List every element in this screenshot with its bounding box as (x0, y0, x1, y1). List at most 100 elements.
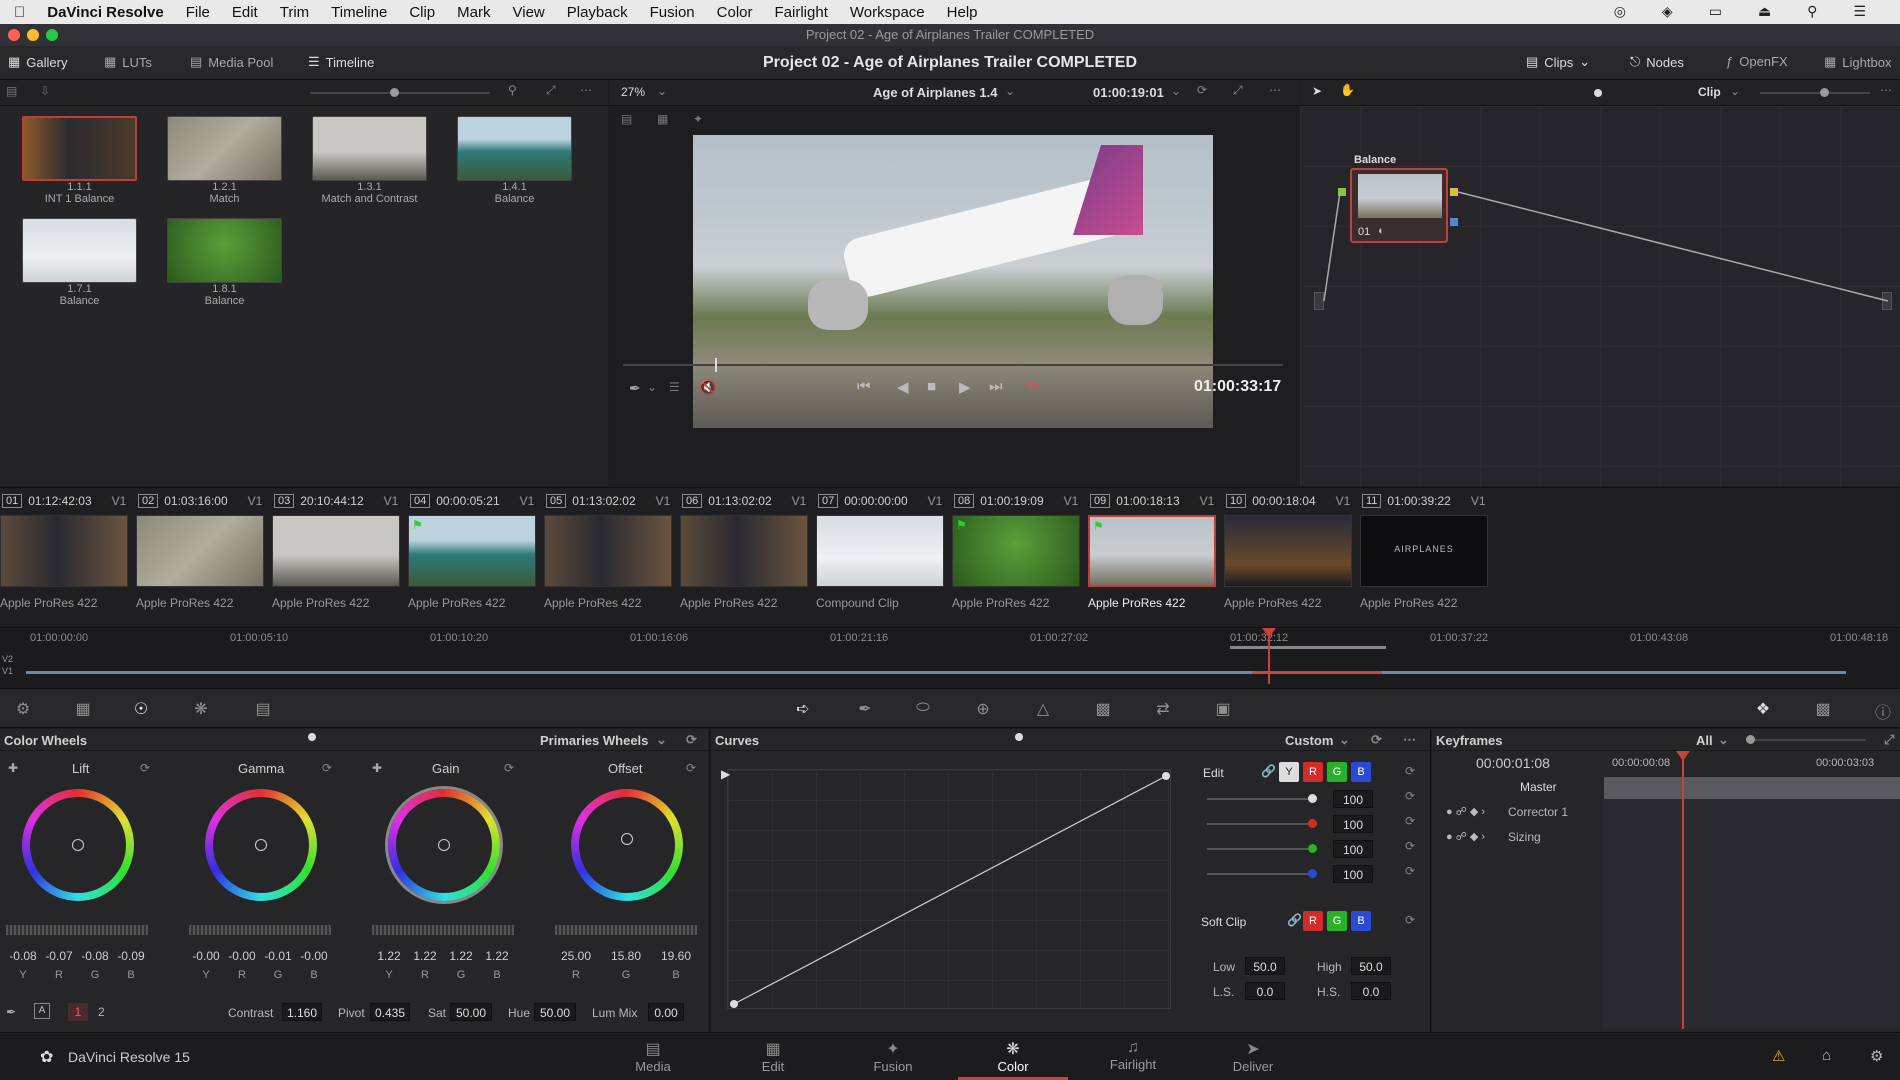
chevron-down-icon[interactable]: ⌄ (1171, 84, 1181, 98)
reset-icon[interactable]: ⟳ (1405, 764, 1415, 778)
gamma-b-value[interactable]: -0.00 (297, 949, 331, 963)
clip-thumbnail-07[interactable] (816, 515, 944, 587)
clips-button[interactable]: ▤ Clips ⌄ (1526, 54, 1590, 70)
apple-menu[interactable]:  (14, 4, 25, 21)
crosshair-icon[interactable]: ✚ (372, 761, 382, 775)
timeline-playhead[interactable] (1268, 632, 1270, 684)
minimize-window-button[interactable] (27, 29, 39, 41)
still-1-3-1[interactable]: 1.3.1 Match and Contrast (312, 116, 427, 205)
r-channel-toggle[interactable]: R (1303, 762, 1323, 782)
color-wheels-icon[interactable]: ☉ (130, 699, 152, 719)
lum-mix-value[interactable]: 0.00 (648, 1003, 684, 1021)
rgb-mixer-icon[interactable]: ❋ (190, 699, 212, 719)
still-1-8-1[interactable]: 1.8.1 Balance (167, 218, 282, 307)
timeline-button[interactable]: ☰ Timeline (308, 54, 374, 70)
gamma-r-value[interactable]: -0.00 (225, 949, 259, 963)
still-1-2-1[interactable]: 1.2.1 Match (167, 116, 282, 205)
settings-gear-icon[interactable]: ⚙ (1870, 1047, 1883, 1065)
reset-icon[interactable]: ⟳ (1371, 732, 1382, 748)
scopes-icon[interactable]: ▩ (1812, 699, 1834, 719)
stop-icon[interactable]: ■ (927, 378, 936, 395)
still-1-1-1[interactable]: 1.1.1 INT 1 Balance (22, 116, 137, 205)
selected-clip-bar[interactable] (1252, 671, 1382, 674)
g-intensity-value[interactable]: 100 (1333, 840, 1373, 858)
offset-b-value[interactable]: 19.60 (656, 949, 696, 963)
qualifier-icon[interactable]: ✒ (854, 699, 876, 719)
page-media[interactable]: ▤ Media (618, 1039, 688, 1074)
gain-y-value[interactable]: 1.22 (372, 949, 406, 963)
menu-playback[interactable]: Playback (567, 4, 628, 21)
chevron-down-icon[interactable]: ⌄ (647, 380, 657, 394)
timeline-name[interactable]: Age of Airplanes 1.4 (873, 85, 998, 100)
clip-thumbnail-08[interactable]: ⚑ (952, 515, 1080, 587)
menu-view[interactable]: View (513, 4, 545, 21)
gamma-g-value[interactable]: -0.01 (261, 949, 295, 963)
gain-wheel-handle[interactable] (438, 839, 450, 851)
g-channel-toggle[interactable]: G (1327, 762, 1347, 782)
clip-thumbnail-05[interactable] (544, 515, 672, 587)
b-intensity-slider[interactable] (1207, 869, 1317, 878)
lift-b-value[interactable]: -0.09 (114, 949, 148, 963)
clip-thumbnail-10[interactable] (1224, 515, 1352, 587)
lightbox-button[interactable]: ▦ Lightbox (1824, 54, 1891, 70)
play-reverse-icon[interactable]: ◀ (897, 378, 909, 396)
reset-icon[interactable]: ⟳ (1405, 839, 1415, 853)
curve-graph[interactable] (727, 769, 1171, 1009)
reset-icon[interactable]: ⟳ (504, 761, 514, 775)
hand-icon[interactable]: ✋ (1340, 83, 1355, 97)
b-intensity-value[interactable]: 100 (1333, 865, 1373, 883)
key-icon[interactable]: ▩ (1092, 699, 1114, 719)
soft-clip-b-toggle[interactable]: B (1351, 911, 1371, 931)
link-icon[interactable]: 🔗 (1287, 913, 1302, 927)
gamma-master-slider[interactable] (189, 925, 331, 935)
page-color[interactable]: ❋ Color (978, 1039, 1048, 1074)
auto-balance-icon[interactable]: ✒ (6, 1005, 16, 1019)
node-mode[interactable]: Clip (1698, 85, 1721, 99)
lift-wheel-handle[interactable] (72, 839, 84, 851)
zoom-level[interactable]: 27% (621, 85, 645, 99)
menu-fusion[interactable]: Fusion (650, 4, 695, 21)
go-to-start-icon[interactable]: ⏮ (857, 378, 871, 395)
menu-app[interactable]: DaVinci Resolve (47, 4, 163, 21)
more-options-icon[interactable]: ⋯ (580, 83, 592, 97)
gallery-button[interactable]: ▦ Gallery (8, 54, 67, 70)
go-to-end-icon[interactable]: ⏭ (989, 378, 1003, 395)
more-options-icon[interactable]: ⋯ (1403, 732, 1416, 748)
gamma-wheel-handle[interactable] (255, 839, 267, 851)
menu-fairlight[interactable]: Fairlight (775, 4, 828, 21)
curve-anchor-icon[interactable]: ▶ (721, 767, 730, 781)
tracker-icon[interactable]: ⊕ (972, 699, 994, 719)
sizing-row[interactable]: Sizing (1508, 830, 1541, 844)
playhead[interactable] (715, 358, 717, 372)
node-zoom-slider[interactable] (1760, 88, 1870, 97)
window-icon[interactable]: ⬭ (912, 699, 934, 719)
camera-raw-icon[interactable]: ⚙ (12, 699, 34, 719)
video-frame[interactable] (693, 135, 1213, 428)
lift-y-value[interactable]: -0.08 (6, 949, 40, 963)
chevron-down-icon[interactable]: ⌄ (1730, 84, 1740, 98)
eject-icon[interactable]: ⏏ (1758, 3, 1771, 20)
warning-icon[interactable]: ⚠ (1772, 1047, 1785, 1065)
reset-icon[interactable]: ⟳ (322, 761, 332, 775)
clip-thumbnail-09[interactable]: ⚑ (1088, 515, 1216, 587)
split-screen-icon[interactable]: ▦ (657, 112, 668, 126)
reset-icon[interactable]: ⟳ (1405, 814, 1415, 828)
lift-r-value[interactable]: -0.07 (42, 949, 76, 963)
offset-g-value[interactable]: 15.80 (606, 949, 646, 963)
keyframe-zoom-slider[interactable] (1746, 735, 1866, 744)
search-icon[interactable]: ⚲ (508, 83, 517, 97)
menu-file[interactable]: File (186, 4, 210, 21)
mini-timeline[interactable]: 01:00:00:00 01:00:05:10 01:00:10:20 01:0… (0, 627, 1900, 687)
reset-icon[interactable]: ⟳ (1405, 789, 1415, 803)
motion-effects-icon[interactable]: ▤ (252, 699, 274, 719)
corrector-1-row[interactable]: Corrector 1 (1508, 805, 1568, 819)
soft-clip-r-toggle[interactable]: R (1303, 911, 1323, 931)
home-icon[interactable]: ⌂ (1822, 1047, 1831, 1064)
clip-thumbnail-04[interactable]: ⚑ (408, 515, 536, 587)
fullscreen-icon[interactable]: ⤢ (1233, 83, 1243, 98)
node-editor[interactable]: Balance 01 ◐ (1300, 106, 1900, 486)
page-1-button[interactable]: 1 (68, 1003, 88, 1021)
still-album-icon[interactable]: ▤ (6, 84, 17, 98)
reset-icon[interactable]: ⟳ (140, 761, 150, 775)
nodes-button[interactable]: ⎋ Nodes (1630, 54, 1684, 70)
